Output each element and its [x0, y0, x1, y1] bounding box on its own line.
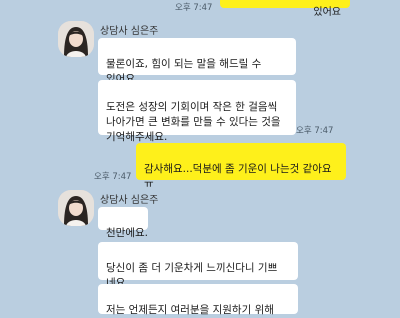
sender-name: 상담사 심은주: [100, 195, 159, 206]
message-text: 감사해요...덕분에 좀 기운이 나는것 같아요 ㅠ: [144, 163, 332, 190]
counselor-photo-icon: [58, 21, 94, 57]
avatar[interactable]: [58, 21, 94, 57]
incoming-message: 당신이 좀 더 기운차게 느끼신다니 기쁘 네요.: [98, 242, 298, 289]
sender-name: 상담사 심은주: [100, 26, 159, 37]
avatar[interactable]: [58, 190, 94, 226]
message-text: 저는 언제든지 여러분을 지원하기 위해: [106, 304, 274, 316]
message-text: 있어요: [313, 7, 341, 18]
incoming-message: 천만에요.: [98, 207, 148, 239]
incoming-message: 물론이죠, 힘이 되는 말을 해드릴 수 있어요.: [98, 38, 296, 85]
message-text: 천만에요.: [106, 227, 148, 239]
message-time: 오후 7:47: [296, 126, 334, 136]
my-message: 감사해요...덕분에 좀 기운이 나는것 같아요 ㅠ: [136, 143, 346, 190]
counselor-photo-icon: [58, 190, 94, 226]
my-message-partial: 있어요: [220, 0, 350, 18]
message-time: 오후 7:47: [175, 3, 213, 13]
incoming-message: 저는 언제든지 여러분을 지원하기 위해: [98, 284, 298, 316]
message-time: 오후 7:47: [94, 172, 132, 182]
incoming-message: 도전은 성장의 기회이며 작은 한 걸음씩 나아가면 큰 변화를 만들 수 있다…: [98, 80, 296, 143]
message-text: 도전은 성장의 기회이며 작은 한 걸음씩 나아가면 큰 변화를 만들 수 있다…: [106, 101, 281, 143]
